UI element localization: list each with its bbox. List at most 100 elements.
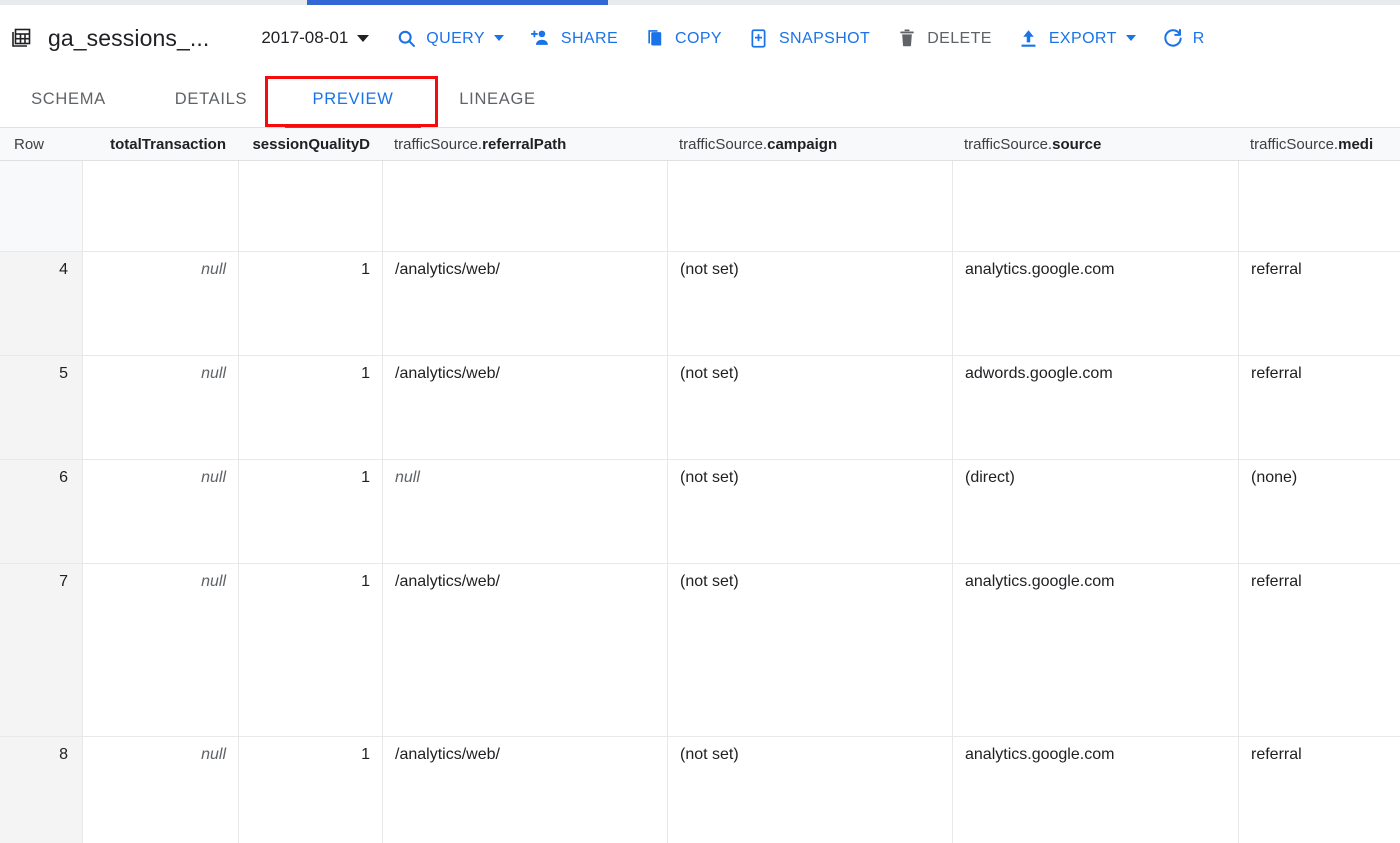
cell-campaign[interactable]: (not set) xyxy=(667,460,952,563)
cell-medium[interactable]: (none) xyxy=(1238,460,1400,563)
cell-sessionQualityD[interactable]: 1 xyxy=(238,356,382,459)
copy-label: COPY xyxy=(675,30,722,48)
cell-campaign[interactable]: (not set) xyxy=(667,737,952,843)
cell-totalTransaction[interactable]: null xyxy=(82,356,238,459)
cell-sessionQualityD[interactable]: 1 xyxy=(238,460,382,563)
row-number: 5 xyxy=(0,356,82,459)
cell-referralPath[interactable]: null xyxy=(382,460,667,563)
search-icon xyxy=(395,27,417,49)
person-add-icon xyxy=(530,27,552,49)
cell-referralPath[interactable]: /analytics/web/ xyxy=(382,737,667,843)
query-label: QUERY xyxy=(426,30,485,48)
cell-source[interactable]: analytics.google.com xyxy=(952,737,1238,843)
column-header-name: referralPath xyxy=(482,136,566,153)
cell-totalTransaction[interactable] xyxy=(82,161,238,251)
snapshot-button[interactable]: SNAPSHOT xyxy=(748,27,870,49)
column-header-source[interactable]: trafficSource.source xyxy=(964,128,1226,161)
query-button[interactable]: QUERY xyxy=(395,27,504,49)
refresh-button[interactable]: R xyxy=(1162,27,1205,49)
cell-sessionQualityD[interactable]: 1 xyxy=(238,564,382,736)
cell-referralPath[interactable] xyxy=(382,161,667,251)
export-button[interactable]: EXPORT xyxy=(1018,27,1136,49)
column-header-referralPath[interactable]: trafficSource.referralPath xyxy=(394,128,655,161)
share-label: SHARE xyxy=(561,30,618,48)
cell-referralPath[interactable]: /analytics/web/ xyxy=(382,564,667,736)
partition-date-selector[interactable]: 2017-08-01 xyxy=(261,28,369,48)
cell-referralPath[interactable]: /analytics/web/ xyxy=(382,252,667,355)
cell-medium[interactable]: referral xyxy=(1238,356,1400,459)
chevron-down-icon xyxy=(357,35,369,42)
cell-source[interactable]: analytics.google.com xyxy=(952,564,1238,736)
cell-referralPath[interactable]: /analytics/web/ xyxy=(382,356,667,459)
row-number: 6 xyxy=(0,460,82,563)
column-header-name: medi xyxy=(1338,136,1373,153)
preview-data-grid: Row totalTransaction sessionQualityD traffi… xyxy=(0,128,1400,843)
cell-medium[interactable] xyxy=(1238,161,1400,251)
cell-totalTransaction[interactable]: null xyxy=(82,564,238,736)
column-header-name: totalTransaction xyxy=(110,136,226,153)
trash-icon xyxy=(896,27,918,49)
refresh-icon xyxy=(1162,27,1184,49)
table-row[interactable]: 5null1/analytics/web/(not set)adwords.go… xyxy=(0,356,1400,460)
column-header-totalTransaction[interactable]: totalTransaction xyxy=(94,128,226,161)
row-cells: null1/analytics/web/(not set)analytics.g… xyxy=(82,737,1400,843)
cell-totalTransaction[interactable]: null xyxy=(82,252,238,355)
table-toolbar: ga_sessions_... 2017-08-01 QUERY SHARE xyxy=(0,5,1400,71)
cell-source[interactable]: adwords.google.com xyxy=(952,356,1238,459)
tab-lineage-label: LINEAGE xyxy=(459,90,535,109)
column-header-prefix: trafficSource. xyxy=(1250,136,1338,153)
tab-preview[interactable]: PREVIEW xyxy=(285,71,421,128)
cell-campaign[interactable]: (not set) xyxy=(667,252,952,355)
cell-totalTransaction[interactable]: null xyxy=(82,460,238,563)
page-title: ga_sessions_... xyxy=(48,25,209,52)
cell-source[interactable]: analytics.google.com xyxy=(952,252,1238,355)
column-header-prefix: trafficSource. xyxy=(394,136,482,153)
tab-details-label: DETAILS xyxy=(175,90,247,109)
row-cells: null1/analytics/web/(not set)analytics.g… xyxy=(82,564,1400,736)
cell-sessionQualityD[interactable]: 1 xyxy=(238,737,382,843)
cell-medium[interactable]: referral xyxy=(1238,564,1400,736)
tab-preview-label: PREVIEW xyxy=(313,90,394,109)
column-header-prefix: trafficSource. xyxy=(679,136,767,153)
tab-lineage[interactable]: LINEAGE xyxy=(421,71,574,128)
tab-schema[interactable]: SCHEMA xyxy=(0,71,137,128)
snapshot-label: SNAPSHOT xyxy=(779,30,870,48)
cell-campaign[interactable] xyxy=(667,161,952,251)
upload-icon xyxy=(1018,27,1040,49)
column-header-row[interactable]: Row xyxy=(14,128,84,161)
chevron-down-icon xyxy=(1126,35,1136,41)
column-header-name: sessionQualityD xyxy=(252,136,370,153)
column-header-medium[interactable]: trafficSource.medi xyxy=(1250,128,1388,161)
share-button[interactable]: SHARE xyxy=(530,27,618,49)
row-number: 4 xyxy=(0,252,82,355)
delete-button[interactable]: DELETE xyxy=(896,27,992,49)
cell-medium[interactable]: referral xyxy=(1238,252,1400,355)
cell-campaign[interactable]: (not set) xyxy=(667,564,952,736)
cell-sessionQualityD[interactable]: 1 xyxy=(238,252,382,355)
snapshot-icon xyxy=(748,27,770,49)
cell-sessionQualityD[interactable] xyxy=(238,161,382,251)
table-header-row: Row totalTransaction sessionQualityD traffi… xyxy=(0,128,1400,161)
column-header-campaign[interactable]: trafficSource.campaign xyxy=(679,128,940,161)
preview-table-container[interactable]: Row totalTransaction sessionQualityD traffi… xyxy=(0,128,1400,843)
cell-campaign[interactable]: (not set) xyxy=(667,356,952,459)
table-row[interactable] xyxy=(0,161,1400,252)
table-row[interactable]: 4null1/analytics/web/(not set)analytics.… xyxy=(0,252,1400,356)
column-header-name: source xyxy=(1052,136,1101,153)
tab-details[interactable]: DETAILS xyxy=(137,71,285,128)
refresh-label: R xyxy=(1193,30,1205,48)
row-cells: null1/analytics/web/(not set)adwords.goo… xyxy=(82,356,1400,459)
tab-bar: SCHEMA DETAILS PREVIEW LINEAGE xyxy=(0,71,1400,128)
row-number: 8 xyxy=(0,737,82,843)
tab-schema-label: SCHEMA xyxy=(31,90,106,109)
cell-totalTransaction[interactable]: null xyxy=(82,737,238,843)
table-row[interactable]: 6null1null(not set)(direct)(none) xyxy=(0,460,1400,564)
table-row[interactable]: 8null1/analytics/web/(not set)analytics.… xyxy=(0,737,1400,843)
column-header-sessionQualityD[interactable]: sessionQualityD xyxy=(250,128,370,161)
row-cells: null1null(not set)(direct)(none) xyxy=(82,460,1400,563)
table-row[interactable]: 7null1/analytics/web/(not set)analytics.… xyxy=(0,564,1400,737)
cell-medium[interactable]: referral xyxy=(1238,737,1400,843)
cell-source[interactable] xyxy=(952,161,1238,251)
cell-source[interactable]: (direct) xyxy=(952,460,1238,563)
copy-button[interactable]: COPY xyxy=(644,27,722,49)
